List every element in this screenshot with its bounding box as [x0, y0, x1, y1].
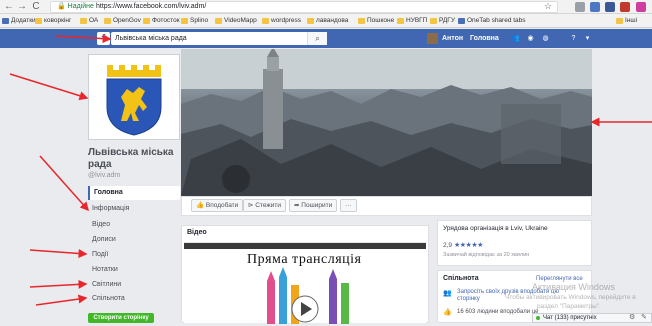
page-nav-posts[interactable]: Дописи — [88, 233, 180, 247]
windows-activation-text: Чтобы активировать Windows, перейдите в — [505, 294, 636, 301]
back-button[interactable]: ← — [3, 1, 15, 13]
bookmark-item[interactable]: лавандова — [307, 16, 348, 26]
page-nav-notes[interactable]: Нотатки — [88, 263, 180, 277]
share-label: Поширити — [301, 202, 333, 209]
city-panorama-image — [181, 49, 592, 196]
windows-activation-text: раздел "Параметры". — [537, 303, 601, 310]
extension-icon[interactable] — [590, 2, 600, 12]
thumbs-up-icon: 👍 — [443, 309, 452, 316]
user-name: Антон — [442, 35, 464, 42]
thumbs-up-icon: 👍 — [196, 202, 205, 209]
search-icon[interactable]: ⌕ — [307, 32, 327, 45]
follow-label: Стежити — [255, 202, 281, 209]
bookmark-item[interactable]: НУВГП — [397, 16, 427, 26]
rss-icon: ⊳ — [248, 202, 254, 209]
bookmark-item[interactable]: ОА — [80, 16, 98, 26]
secure-label: 🔒 Надійне — [57, 2, 94, 12]
bookmark-item[interactable]: коворкінг — [35, 16, 71, 26]
video-section-title: Відео — [187, 229, 207, 236]
help-icon[interactable]: ? — [568, 33, 579, 44]
bookmark-item[interactable]: OpenGov — [104, 16, 141, 26]
arrow-to-events — [29, 248, 88, 258]
star-icon[interactable]: ☆ — [544, 1, 552, 12]
home-link[interactable]: Головна — [470, 32, 499, 45]
facebook-logo[interactable]: f — [97, 32, 110, 45]
page-category: Урядова організація в Lviv, Ukraine — [443, 225, 548, 232]
bookmark-item[interactable]: wordpress — [262, 16, 301, 26]
bookmark-item[interactable]: OneTab shared tabs — [458, 16, 526, 26]
share-button[interactable]: ➦ Поширити — [289, 199, 338, 212]
extension-icon[interactable] — [605, 2, 615, 12]
avatar — [427, 33, 438, 44]
bookmark-item[interactable]: Splino — [181, 16, 208, 26]
bookmark-item[interactable]: VideoMapp — [215, 16, 257, 26]
forward-button[interactable]: → — [16, 1, 28, 13]
search-input[interactable]: Львівська міська рада — [111, 32, 327, 45]
compose-icon[interactable]: ✎ — [641, 314, 649, 322]
live-broadcast-title: Пряма трансляція — [247, 252, 362, 267]
bookmark-item[interactable]: Додатки — [2, 16, 36, 26]
arrow-to-photos — [29, 279, 88, 289]
messages-icon[interactable]: ◉ — [525, 33, 536, 44]
page-handle: @lviv.adm — [88, 172, 121, 179]
arrow-to-profile-picture — [9, 73, 89, 101]
bookmarks-bar: Додатки коворкінг ОА OpenGov Фотосток Splino V… — [0, 14, 652, 28]
lock-icon: 🔒 — [57, 3, 66, 10]
settings-icon[interactable]: ⚙ — [629, 314, 637, 322]
page-nav-info[interactable]: Інформація — [88, 202, 180, 216]
likes-count: 16 603 людини вподобали це — [457, 309, 539, 315]
response-time: Зазвичай відповідає за 20 хвилин — [443, 252, 530, 258]
arrow-to-info — [39, 155, 89, 212]
secure-text: Надійне — [67, 3, 94, 10]
page-profile-picture[interactable] — [88, 54, 180, 140]
reload-button[interactable]: C — [30, 1, 42, 13]
create-page-button[interactable]: Створити сторінку — [88, 313, 154, 323]
extension-icon[interactable] — [636, 2, 646, 12]
cover-photo[interactable] — [181, 49, 592, 196]
rating-stars[interactable]: ★★★★★ — [454, 241, 483, 249]
page-nav-community[interactable]: Спільнота — [88, 292, 180, 306]
follow-button[interactable]: ⊳ Стежити — [243, 199, 286, 212]
invite-icon: 👥 — [443, 290, 452, 297]
like-button[interactable]: 👍 Вподобати — [191, 199, 244, 212]
bookmark-item[interactable]: Інші — [616, 16, 637, 26]
page-nav-events[interactable]: Події — [88, 248, 180, 262]
bookmark-item[interactable]: РДГУ — [430, 16, 455, 26]
bookmark-item[interactable]: Фотосток — [143, 16, 180, 26]
extension-icon[interactable] — [575, 2, 585, 12]
profile-link[interactable]: Антон — [427, 32, 463, 45]
browser-toolbar: ← → C 🔒 Надійне https://www.facebook.com… — [0, 0, 652, 14]
page-nav-videos[interactable]: Відео — [88, 218, 180, 232]
rating-value: 2,9 — [443, 242, 453, 249]
community-title: Спільнота — [443, 275, 479, 282]
arrow-to-community — [35, 294, 88, 306]
page-nav-photos[interactable]: Світлини — [88, 278, 180, 292]
bookmark-item[interactable]: Пошконе — [358, 16, 394, 26]
like-label: Вподобати — [205, 202, 239, 209]
url-text[interactable]: https://www.facebook.com/lviv.adm/ — [96, 2, 206, 12]
more-button[interactable]: ··· — [340, 199, 357, 212]
friends-icon[interactable]: 👥 — [510, 33, 521, 44]
share-icon: ➦ — [294, 202, 300, 209]
page-title: Львівська міська рада — [88, 147, 174, 170]
extension-icon[interactable] — [620, 2, 630, 12]
lviv-coat-of-arms-icon — [106, 65, 162, 136]
page-nav-home[interactable]: Головна — [88, 186, 180, 200]
windows-activation-watermark: Активация Windows — [532, 282, 615, 292]
notifications-icon[interactable]: ◍ — [540, 33, 551, 44]
chevron-down-icon[interactable]: ▾ — [582, 33, 593, 44]
